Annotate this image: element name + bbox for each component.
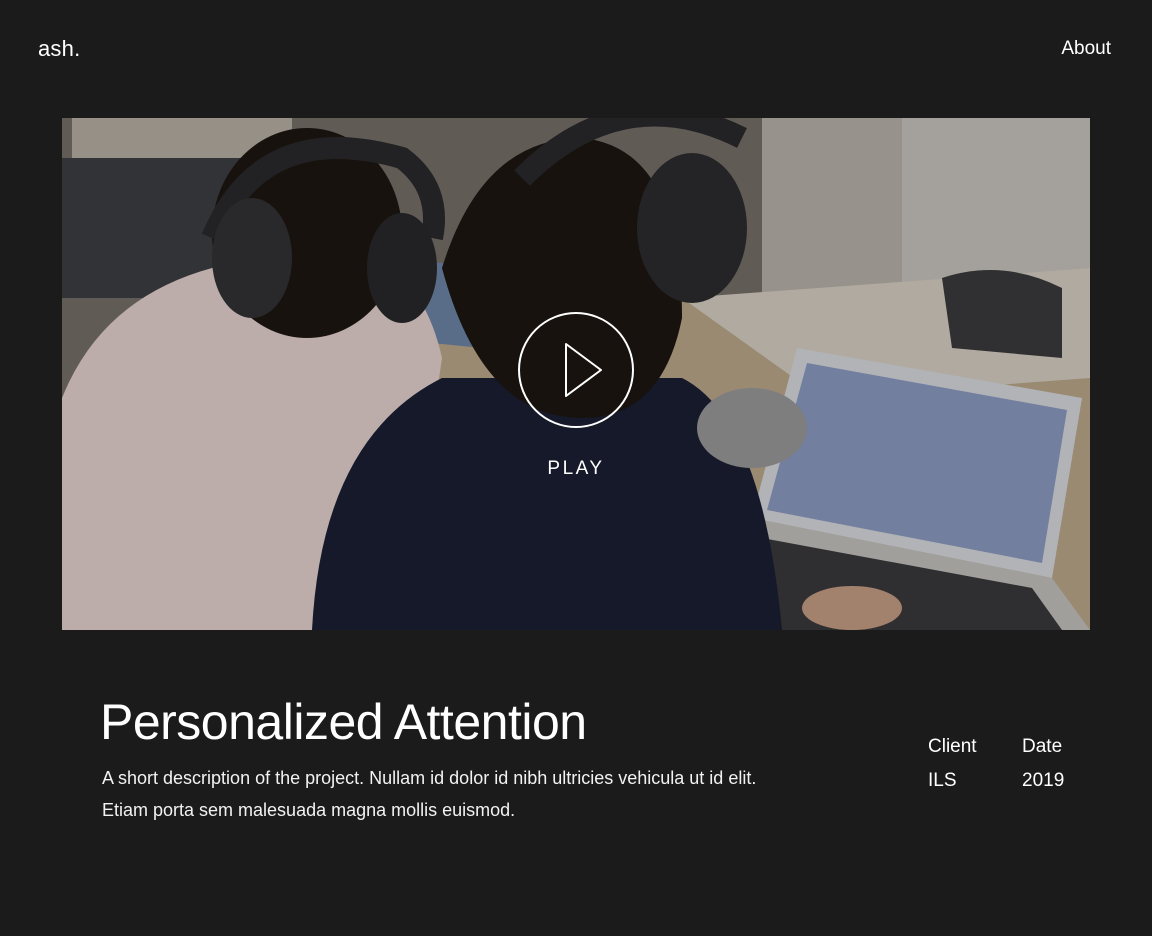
- play-icon: [565, 343, 602, 397]
- hero-video[interactable]: PLAY: [62, 118, 1090, 630]
- meta-client-label: Client: [928, 736, 977, 757]
- meta-date-label: Date: [1022, 736, 1063, 757]
- nav-about-link[interactable]: About: [1061, 38, 1111, 60]
- play-label[interactable]: PLAY: [476, 458, 676, 480]
- project-title: Personalized Attention: [100, 694, 587, 750]
- site-logo[interactable]: ash.: [38, 36, 80, 62]
- meta-date: Date 2019: [1022, 730, 1064, 798]
- meta-date-value: 2019: [1022, 770, 1065, 791]
- meta-client-value: ILS: [928, 770, 957, 791]
- project-description: A short description of the project. Null…: [102, 768, 757, 820]
- play-button[interactable]: [518, 312, 634, 428]
- meta-client: Client ILS: [928, 730, 977, 798]
